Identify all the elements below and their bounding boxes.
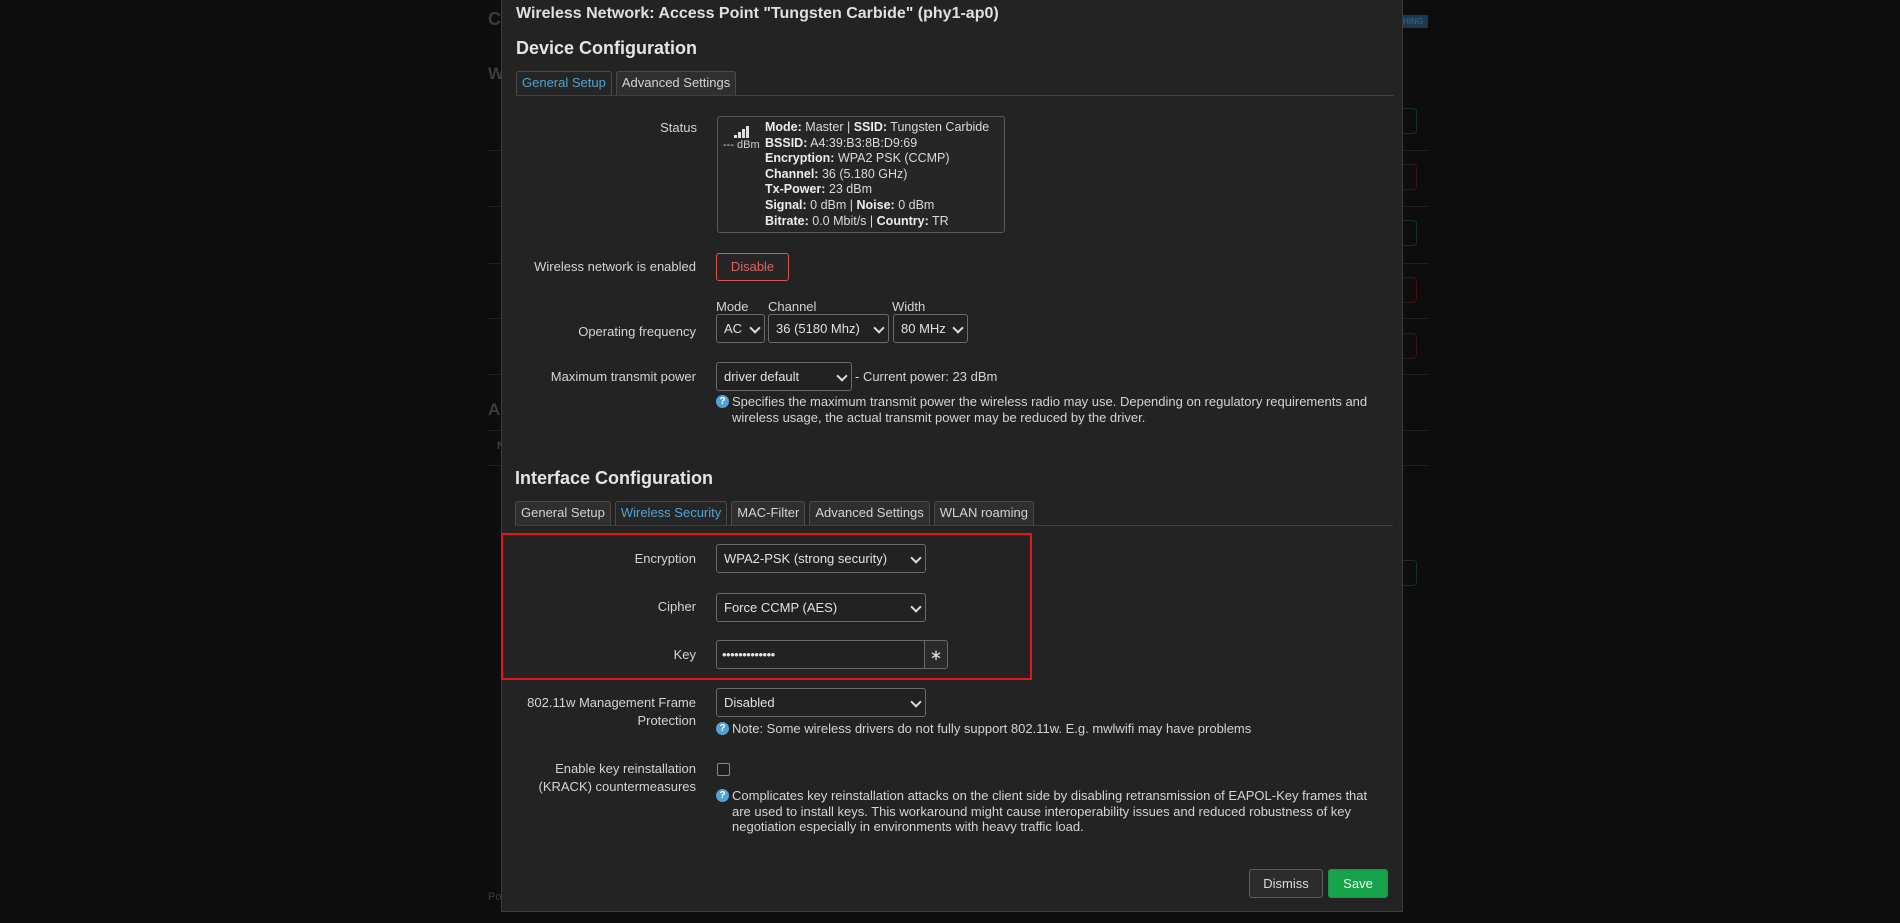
save-button[interactable]: Save (1328, 869, 1388, 898)
chevron-down-icon (875, 324, 883, 332)
mode-label: Mode (716, 299, 749, 314)
encryption-select[interactable]: WPA2-PSK (strong security) (716, 544, 926, 573)
disable-button[interactable]: Disable (716, 253, 789, 281)
device-tabs: General Setup Advanced Settings (516, 71, 737, 95)
modal-title: Wireless Network: Access Point "Tungsten… (516, 5, 999, 22)
bg-button-edge (1403, 220, 1417, 246)
transmit-power-select[interactable]: driver default (716, 362, 852, 391)
key-label: Key (673, 647, 696, 662)
interface-config-title: Interface Configuration (515, 468, 714, 488)
dismiss-button[interactable]: Dismiss (1249, 869, 1323, 898)
bg-footer-fragment: Po (488, 891, 502, 903)
interface-tabs-underline (515, 525, 1393, 526)
wireless-enabled-label: Wireless network is enabled (534, 259, 696, 274)
tab-interface-advanced-settings[interactable]: Advanced Settings (809, 501, 930, 525)
status-details: Mode: Master | SSID: Tungsten Carbide BS… (765, 120, 990, 228)
bg-button-edge (1403, 108, 1417, 134)
tab-device-general-setup[interactable]: General Setup (516, 71, 612, 95)
tab-wireless-security[interactable]: Wireless Security (614, 501, 728, 525)
chevron-down-icon (912, 554, 920, 562)
bg-button-edge (1403, 333, 1417, 359)
mfp-help: ? Note: Some wireless drivers do not ful… (716, 721, 1396, 737)
chevron-down-icon (954, 324, 962, 332)
tab-interface-general-setup[interactable]: General Setup (515, 501, 611, 525)
chevron-down-icon (838, 372, 846, 380)
mfp-label: 802.11w Management Frame Protection (527, 695, 696, 728)
tab-device-advanced-settings[interactable]: Advanced Settings (615, 71, 737, 95)
tab-wlan-roaming[interactable]: WLAN roaming (933, 501, 1034, 525)
transmit-power-help: ? Specifies the maximum transmit power t… (716, 394, 1396, 426)
encryption-label: Encryption (634, 551, 696, 566)
interface-tabs: General Setup Wireless Security MAC-Filt… (515, 501, 1034, 525)
device-config-title: Device Configuration (516, 38, 698, 58)
cipher-label: Cipher (657, 599, 696, 614)
status-label: Status (660, 120, 697, 135)
channel-select[interactable]: 36 (5180 Mhz) (768, 314, 889, 343)
help-icon: ? (716, 722, 729, 735)
mfp-select[interactable]: Disabled (716, 688, 926, 717)
status-box: --- dBm Mode: Master | SSID: Tungsten Ca… (717, 116, 1005, 233)
krack-checkbox[interactable] (717, 763, 730, 776)
current-power-text: - Current power: 23 dBm (855, 369, 998, 384)
help-icon: ? (716, 395, 729, 408)
bg-heading-fragment: C (488, 9, 501, 29)
width-label: Width (892, 299, 926, 314)
help-icon: ? (716, 789, 729, 802)
tab-mac-filter[interactable]: MAC-Filter (731, 501, 806, 525)
chevron-down-icon (912, 603, 920, 611)
krack-help: ? Complicates key reinstallation attacks… (716, 788, 1396, 836)
mode-select[interactable]: AC (716, 314, 765, 343)
device-tabs-underline (516, 95, 1394, 96)
max-transmit-power-label: Maximum transmit power (550, 369, 696, 384)
bg-heading-fragment: A (488, 400, 501, 419)
key-input[interactable]: ••••••••••••• (716, 640, 926, 669)
chevron-down-icon (751, 324, 759, 332)
bg-button-edge (1403, 560, 1417, 586)
operating-frequency-label: Operating frequency (578, 324, 696, 339)
reveal-password-button[interactable]: ∗ (924, 640, 948, 669)
cipher-select[interactable]: Force CCMP (AES) (716, 593, 926, 622)
signal-strength-icon (734, 124, 754, 138)
bg-button-edge (1403, 164, 1417, 190)
bg-button-edge (1403, 277, 1417, 303)
width-select[interactable]: 80 MHz (893, 314, 968, 343)
krack-label: Enable key reinstallation (KRACK) counter… (538, 761, 697, 794)
channel-label: Channel (768, 299, 817, 314)
signal-dbm-text: --- dBm (723, 139, 760, 151)
chevron-down-icon (912, 698, 920, 706)
